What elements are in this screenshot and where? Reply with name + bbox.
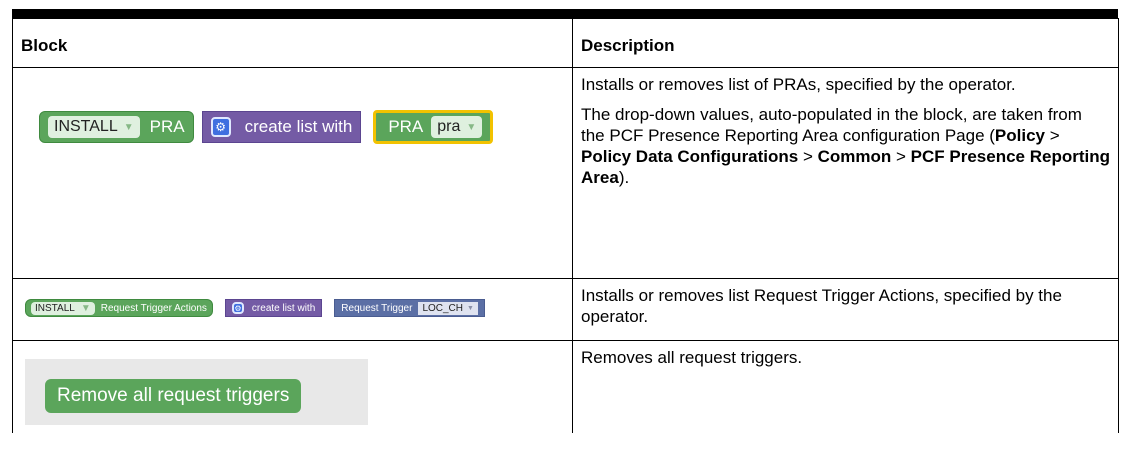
create-list-block: ⚙ create list with	[224, 299, 323, 317]
description-text: Installs or removes list of PRAs, specif…	[581, 75, 1016, 94]
create-list-label: create list with	[244, 117, 353, 136]
install-pra-block: INSTALL ▼ PRA ⚙ create list with PRA pra…	[39, 110, 494, 144]
action-dropdown: INSTALL ▼	[31, 301, 95, 315]
dropdown-arrow-icon: ▼	[80, 302, 91, 314]
block-cell: Remove all request triggers	[12, 340, 573, 433]
path-policy: Policy	[994, 126, 1045, 145]
dropdown-arrow-icon: ▼	[123, 121, 134, 133]
description-text: Installs or removes list Request Trigger…	[581, 286, 1062, 326]
table-header-row: Block Description	[12, 18, 1119, 68]
request-trigger-label: Request Trigger	[341, 302, 413, 314]
pra-item-block: PRA pra ▼	[373, 110, 494, 144]
table-row: INSTALL ▼ Request Trigger Actions ⚙ crea…	[12, 278, 1119, 341]
pra-dropdown-value: pra	[437, 118, 461, 135]
pra-item-label: PRA	[388, 117, 424, 136]
description-text: The drop-down values, auto-populated in …	[581, 104, 1110, 188]
action-dropdown: INSTALL ▼	[48, 116, 140, 138]
gear-icon: ⚙	[210, 117, 231, 137]
pra-dropdown: pra ▼	[431, 116, 483, 138]
block-cell: INSTALL ▼ Request Trigger Actions ⚙ crea…	[12, 278, 573, 341]
table-row: INSTALL ▼ PRA ⚙ create list with PRA pra…	[12, 67, 1119, 279]
table-top-rule	[12, 9, 1118, 18]
path-common: Common	[817, 147, 892, 166]
block-cell: INSTALL ▼ PRA ⚙ create list with PRA pra…	[12, 67, 573, 279]
block-label: PRA	[149, 117, 185, 136]
install-statement: INSTALL ▼ Request Trigger Actions	[25, 299, 213, 317]
description-cell: Installs or removes list Request Trigger…	[572, 278, 1119, 341]
action-dropdown-value: INSTALL	[54, 118, 118, 135]
dropdown-arrow-icon: ▼	[467, 304, 474, 312]
block-image-background: Remove all request triggers	[25, 359, 368, 425]
create-list-block: ⚙ create list with	[201, 111, 362, 143]
description-cell: Installs or removes list of PRAs, specif…	[572, 67, 1119, 279]
table-row: Remove all request triggers Removes all …	[12, 340, 1119, 433]
path-separator: >	[891, 147, 911, 166]
create-list-label: create list with	[251, 302, 316, 314]
gear-icon: ⚙	[231, 302, 244, 314]
header-block: Block	[12, 18, 573, 68]
remove-all-request-triggers-block: Remove all request triggers	[45, 379, 302, 413]
block-label: Request Trigger Actions	[100, 302, 207, 314]
action-dropdown-value: INSTALL	[35, 302, 75, 314]
header-description: Description	[572, 18, 1119, 68]
path-separator: >	[798, 147, 818, 166]
description-cell: Removes all request triggers.	[572, 340, 1119, 433]
dropdown-arrow-icon: ▼	[466, 121, 477, 133]
path-policy-data-configurations: Policy Data Configurations	[581, 147, 799, 166]
request-trigger-dropdown-value: LOC_CH	[422, 302, 464, 314]
request-trigger-dropdown: LOC_CH ▼	[418, 301, 478, 315]
path-separator: >	[1045, 126, 1060, 145]
block-description-table: Block Description INSTALL ▼ PRA ⚙ create…	[12, 18, 1119, 433]
description-text: Removes all request triggers.	[581, 348, 803, 367]
install-statement: INSTALL ▼ PRA	[39, 111, 194, 143]
install-request-trigger-block: INSTALL ▼ Request Trigger Actions ⚙ crea…	[25, 299, 485, 317]
description-end: ).	[618, 168, 630, 187]
request-trigger-item-block: Request Trigger LOC_CH ▼	[334, 299, 485, 317]
